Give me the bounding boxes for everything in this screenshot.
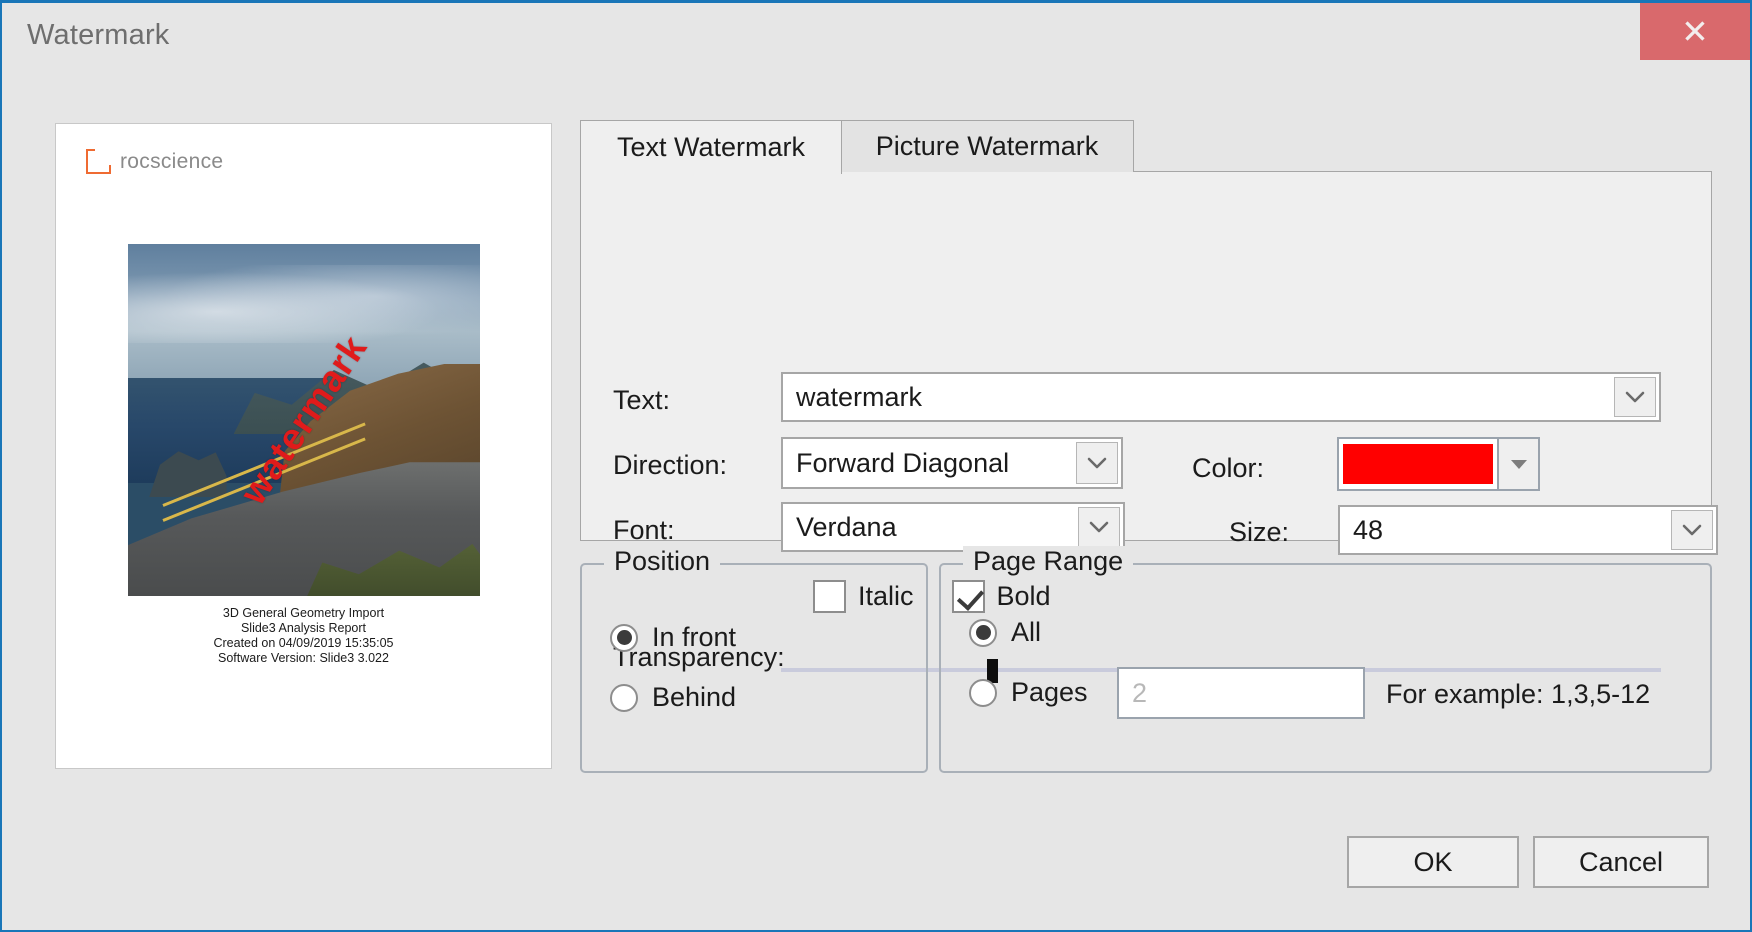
rocscience-bracket-icon <box>86 149 111 174</box>
chevron-down-icon[interactable] <box>1671 510 1713 550</box>
pages-example-hint: For example: 1,3,5-12 <box>1386 679 1651 709</box>
direction-field-label: Direction: <box>613 450 728 480</box>
direction-value: Forward Diagonal <box>796 447 1010 478</box>
color-field-label: Color: <box>1192 453 1265 483</box>
tab-picture-watermark[interactable]: Picture Watermark <box>840 120 1134 172</box>
tab-strip: Text Watermark Picture Watermark <box>580 120 1140 174</box>
close-icon: ✕ <box>1681 13 1709 50</box>
size-value: 48 <box>1353 514 1384 545</box>
radio-behind[interactable]: Behind <box>610 682 736 713</box>
preview-caption: 3D General Geometry Import Slide3 Analys… <box>56 606 551 666</box>
color-picker[interactable] <box>1337 437 1540 491</box>
caption-line: Software Version: Slide3 3.022 <box>218 651 389 665</box>
page-range-group-title: Page Range <box>963 546 1134 577</box>
caret-down-icon[interactable] <box>1497 439 1538 489</box>
brand-name: rocscience <box>120 149 224 173</box>
pages-input[interactable]: 2 <box>1117 667 1365 719</box>
tab-label: Picture Watermark <box>875 131 1099 161</box>
watermark-text-combobox[interactable]: watermark <box>781 372 1661 422</box>
tab-label: Text Watermark <box>616 132 806 162</box>
text-field-label: Text: <box>613 385 671 415</box>
size-field-label: Size: <box>1229 517 1290 547</box>
radio-label: Behind <box>652 682 737 712</box>
ok-button[interactable]: OK <box>1347 836 1519 888</box>
radio-indicator <box>610 683 638 712</box>
radio-specific-pages[interactable]: Pages <box>969 677 1088 708</box>
close-button[interactable]: ✕ <box>1640 3 1750 60</box>
page-range-group: Page Range All Pages 2 For example: 1,3,… <box>939 546 1712 773</box>
cancel-button[interactable]: Cancel <box>1533 836 1709 888</box>
radio-label: Pages <box>1011 677 1088 707</box>
radio-in-front[interactable]: In front <box>610 622 736 653</box>
font-field-label: Font: <box>613 515 675 545</box>
text-watermark-panel: Text: watermark Direction: Forward Diago… <box>580 171 1718 683</box>
radio-indicator <box>969 618 997 647</box>
size-combobox[interactable]: 48 <box>1338 505 1718 555</box>
caption-line: 3D General Geometry Import <box>222 606 385 620</box>
color-swatch-wrapper <box>1339 439 1497 489</box>
caption-line: Created on 04/09/2019 15:35:05 <box>213 636 394 650</box>
position-group-title: Position <box>604 546 721 577</box>
radio-indicator <box>610 623 638 652</box>
chevron-down-icon[interactable] <box>1614 377 1656 417</box>
radio-label: All <box>1011 617 1042 647</box>
image-clouds <box>128 265 480 343</box>
watermark-text-value: watermark <box>796 381 923 412</box>
ok-button-label: OK <box>1413 846 1453 877</box>
tab-text-watermark[interactable]: Text Watermark <box>580 120 842 174</box>
cancel-button-label: Cancel <box>1578 846 1664 877</box>
chevron-down-icon[interactable] <box>1076 442 1118 484</box>
chevron-down-icon[interactable] <box>1078 507 1120 547</box>
direction-combobox[interactable]: Forward Diagonal <box>781 437 1123 489</box>
preview-image: watermark <box>128 244 480 596</box>
radio-indicator <box>969 678 997 707</box>
font-combobox[interactable]: Verdana <box>781 502 1125 552</box>
preview-pane: rocscience watermark 3D General Geometry… <box>55 123 552 769</box>
title-bar: Watermark ✕ <box>2 3 1750 65</box>
position-group: Position In front Behind <box>580 546 928 773</box>
brand-logo: rocscience <box>86 149 223 174</box>
radio-all-pages[interactable]: All <box>969 617 1041 648</box>
caption-line: Slide3 Analysis Report <box>240 621 367 635</box>
page-title: Watermark <box>27 19 170 51</box>
watermark-dialog: Watermark ✕ rocscience watermark 3D Gene… <box>0 0 1752 932</box>
color-swatch[interactable] <box>1343 444 1493 484</box>
radio-label: In front <box>652 622 737 652</box>
font-value: Verdana <box>796 511 897 542</box>
